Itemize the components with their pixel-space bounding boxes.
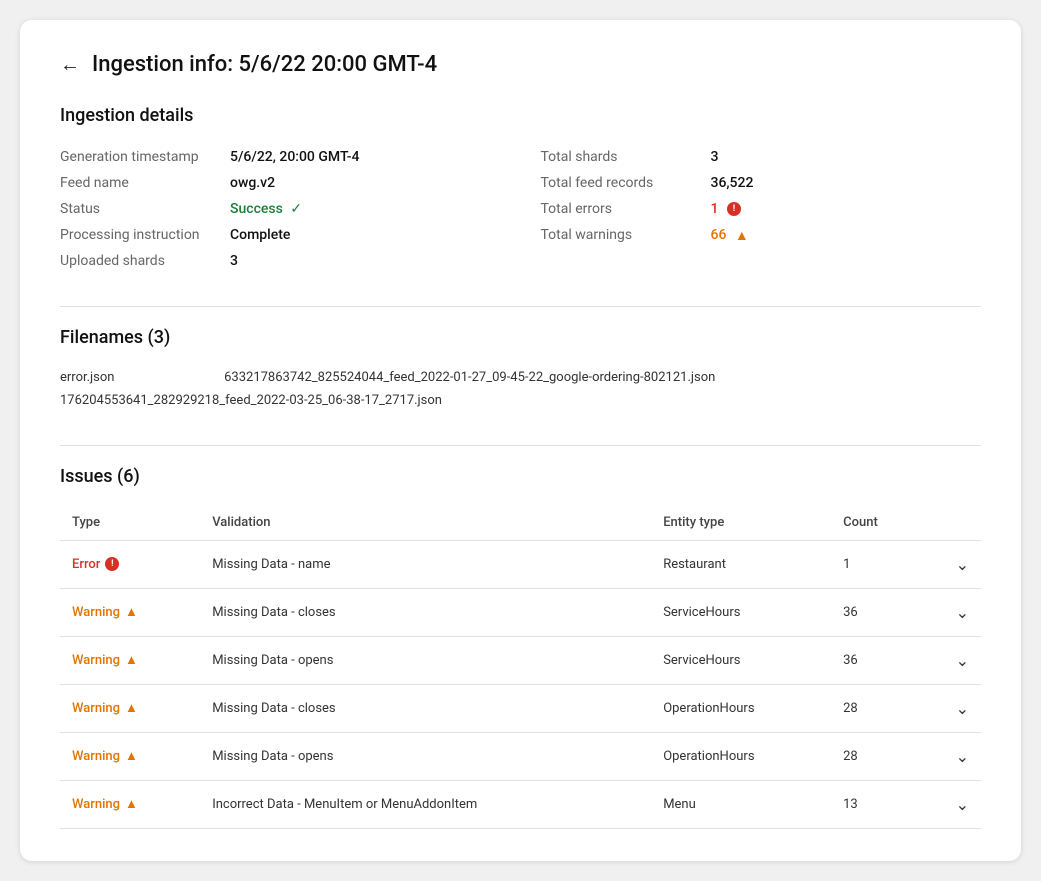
ingestion-details-section: Ingestion details Generation timestamp 5… (60, 105, 981, 274)
chevron-down-icon[interactable]: ⌄ (956, 651, 969, 670)
main-card: ← Ingestion info: 5/6/22 20:00 GMT-4 Ing… (20, 20, 1021, 861)
detail-feed-name: Feed name owg.v2 (60, 170, 501, 196)
type-warning-label: Warning ▲ (72, 748, 188, 764)
issue-type-4: Warning ▲ (60, 732, 200, 780)
warning-triangle-icon: ▲ (125, 604, 138, 620)
chevron-down-icon[interactable]: ⌄ (956, 699, 969, 718)
total-warnings-triangle: ▲ (735, 227, 749, 244)
type-warning-label: Warning ▲ (72, 652, 188, 668)
chevron-down-icon[interactable]: ⌄ (956, 555, 969, 574)
warning-triangle-icon: ▲ (125, 700, 138, 716)
issue-validation-0: Missing Data - name (200, 540, 651, 588)
divider-1 (60, 306, 981, 307)
issue-validation-5: Incorrect Data - MenuItem or MenuAddonIt… (200, 780, 651, 828)
table-row: Warning ▲ Missing Data - opensOperationH… (60, 732, 981, 780)
ingestion-details-title: Ingestion details (60, 105, 981, 126)
detail-total-shards: Total shards 3 (541, 144, 982, 170)
issue-validation-1: Missing Data - closes (200, 588, 651, 636)
col-entity-type: Entity type (651, 505, 831, 541)
details-left: Generation timestamp 5/6/22, 20:00 GMT-4… (60, 144, 501, 274)
chevron-down-icon[interactable]: ⌄ (956, 603, 969, 622)
issue-entity-4: OperationHours (651, 732, 831, 780)
issue-entity-1: ServiceHours (651, 588, 831, 636)
issue-count-1: 36 (831, 588, 923, 636)
issue-count-5: 13 (831, 780, 923, 828)
filenames-list: error.json 633217863742_825524044_feed_2… (60, 366, 981, 413)
issue-type-5: Warning ▲ (60, 780, 200, 828)
issues-table: Type Validation Entity type Count Error … (60, 505, 981, 829)
col-type: Type (60, 505, 200, 541)
filename-1: error.json 633217863742_825524044_feed_2… (60, 366, 981, 389)
filename-2: 176204553641_282929218_feed_2022-03-25_0… (60, 389, 981, 412)
issue-count-3: 28 (831, 684, 923, 732)
success-check-icon: ✓ (290, 201, 302, 217)
issue-validation-4: Missing Data - opens (200, 732, 651, 780)
detail-total-warnings: Total warnings 66 ▲ (541, 222, 982, 249)
table-row: Warning ▲ Missing Data - closesServiceHo… (60, 588, 981, 636)
issue-expand-5[interactable]: ⌄ (923, 780, 981, 828)
table-row: Warning ▲ Missing Data - closesOperation… (60, 684, 981, 732)
issue-type-2: Warning ▲ (60, 636, 200, 684)
issue-count-0: 1 (831, 540, 923, 588)
total-errors-dot: ! (727, 202, 741, 216)
warning-triangle-icon: ▲ (125, 748, 138, 764)
details-grid: Generation timestamp 5/6/22, 20:00 GMT-4… (60, 144, 981, 274)
detail-generation-timestamp: Generation timestamp 5/6/22, 20:00 GMT-4 (60, 144, 501, 170)
issue-validation-3: Missing Data - closes (200, 684, 651, 732)
issue-validation-2: Missing Data - opens (200, 636, 651, 684)
filenames-section: Filenames (3) error.json 633217863742_82… (60, 327, 981, 413)
table-row: Warning ▲ Missing Data - opensServiceHou… (60, 636, 981, 684)
table-row: Error ! Missing Data - nameRestaurant1 ⌄ (60, 540, 981, 588)
type-warning-label: Warning ▲ (72, 796, 188, 812)
detail-processing-instruction: Processing instruction Complete (60, 222, 501, 248)
issue-count-4: 28 (831, 732, 923, 780)
chevron-down-icon[interactable]: ⌄ (956, 747, 969, 766)
table-row: Warning ▲ Incorrect Data - MenuItem or M… (60, 780, 981, 828)
issue-expand-3[interactable]: ⌄ (923, 684, 981, 732)
details-right: Total shards 3 Total feed records 36,522… (541, 144, 982, 274)
issue-expand-4[interactable]: ⌄ (923, 732, 981, 780)
issue-entity-0: Restaurant (651, 540, 831, 588)
issue-count-2: 36 (831, 636, 923, 684)
type-error-label: Error ! (72, 557, 188, 572)
issue-type-1: Warning ▲ (60, 588, 200, 636)
warning-triangle-icon: ▲ (125, 796, 138, 812)
issue-expand-1[interactable]: ⌄ (923, 588, 981, 636)
issue-entity-2: ServiceHours (651, 636, 831, 684)
issue-type-0: Error ! (60, 540, 200, 588)
issue-entity-3: OperationHours (651, 684, 831, 732)
detail-total-feed-records: Total feed records 36,522 (541, 170, 982, 196)
issues-table-header: Type Validation Entity type Count (60, 505, 981, 541)
col-count: Count (831, 505, 923, 541)
type-warning-label: Warning ▲ (72, 604, 188, 620)
detail-uploaded-shards: Uploaded shards 3 (60, 248, 501, 274)
issue-expand-0[interactable]: ⌄ (923, 540, 981, 588)
col-expand (923, 505, 981, 541)
warning-triangle-icon: ▲ (125, 652, 138, 668)
detail-status: Status Success ✓ (60, 196, 501, 222)
error-dot-icon: ! (105, 557, 119, 571)
chevron-down-icon[interactable]: ⌄ (956, 795, 969, 814)
divider-2 (60, 445, 981, 446)
filenames-title: Filenames (3) (60, 327, 981, 348)
page-header: ← Ingestion info: 5/6/22 20:00 GMT-4 (60, 52, 981, 77)
type-warning-label: Warning ▲ (72, 700, 188, 716)
issues-section: Issues (6) Type Validation Entity type C… (60, 466, 981, 829)
issue-entity-5: Menu (651, 780, 831, 828)
issues-title: Issues (6) (60, 466, 981, 487)
detail-total-errors: Total errors 1 ! (541, 196, 982, 222)
issue-type-3: Warning ▲ (60, 684, 200, 732)
col-validation: Validation (200, 505, 651, 541)
back-button[interactable]: ← (60, 52, 80, 77)
page-title: Ingestion info: 5/6/22 20:00 GMT-4 (92, 52, 437, 77)
issue-expand-2[interactable]: ⌄ (923, 636, 981, 684)
